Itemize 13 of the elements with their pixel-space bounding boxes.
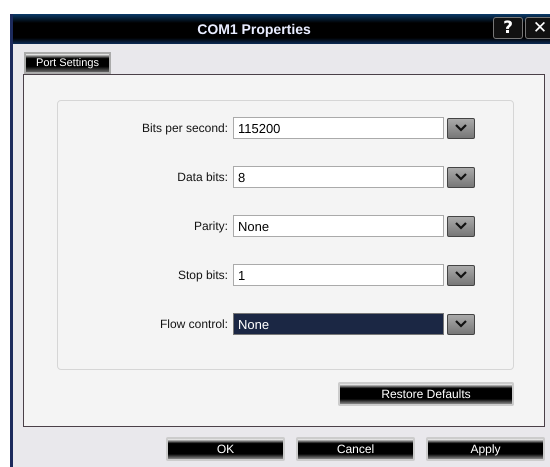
field-label: Parity: [192, 219, 229, 233]
field-label: Stop bits: [176, 268, 229, 282]
restore-defaults-button[interactable]: Restore Defaults [338, 382, 514, 406]
dialog-button[interactable]: Cancel [296, 437, 415, 461]
field-label: Flow control: [158, 317, 229, 331]
tab[interactable]: Port Settings [24, 52, 111, 74]
field-label: Bits per second: [140, 121, 229, 135]
close-button[interactable]: ✕ [525, 17, 550, 39]
window-title: COM1 Properties [197, 21, 311, 37]
dialog-button[interactable]: OK [166, 437, 285, 461]
dialog-button[interactable]: Apply [426, 437, 545, 461]
help-button[interactable]: ? [493, 17, 523, 39]
field-label: Data bits: [176, 170, 229, 184]
